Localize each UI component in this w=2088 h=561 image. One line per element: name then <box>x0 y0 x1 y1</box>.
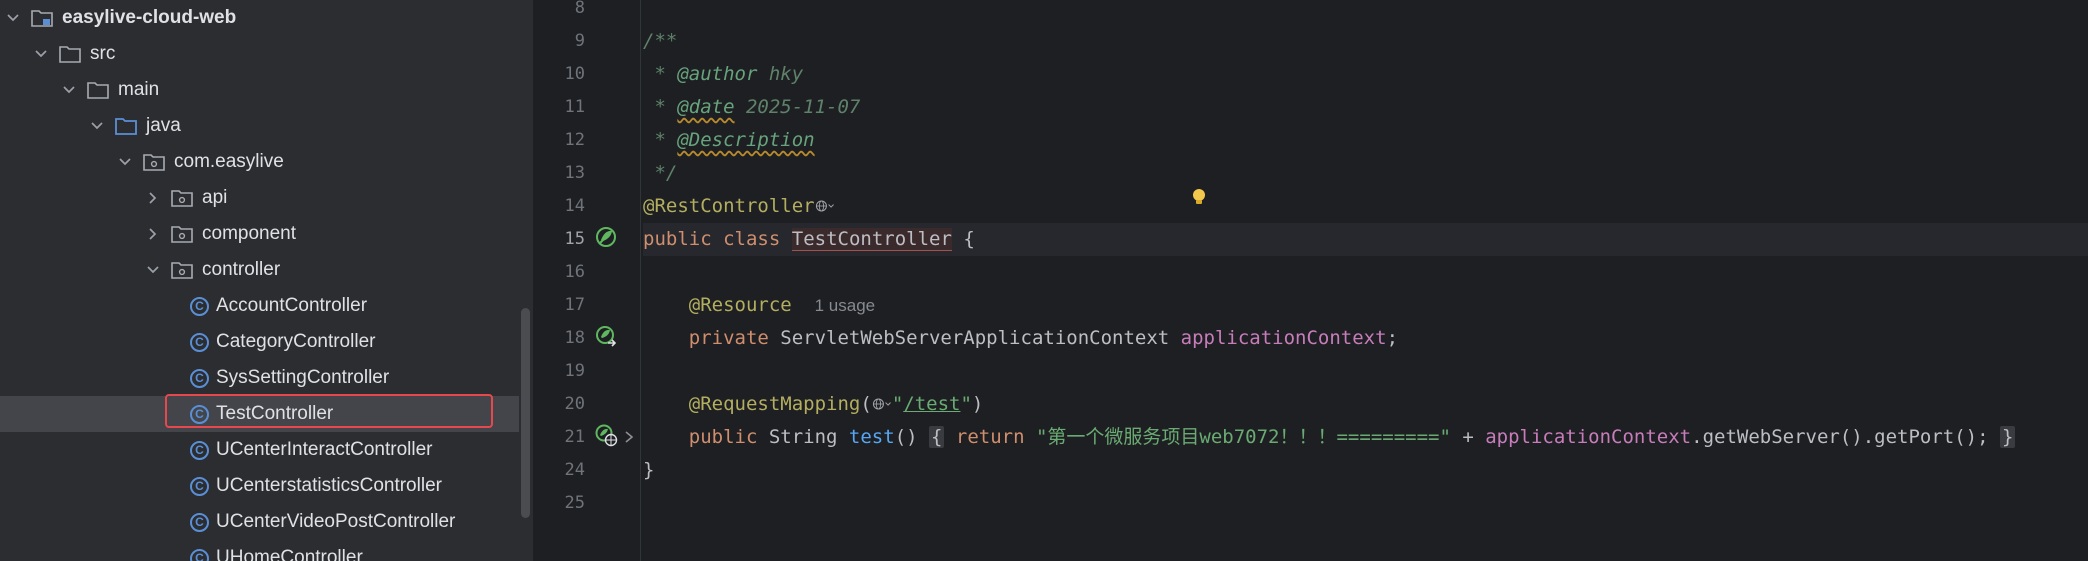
tree-item-label: easylive-cloud-web <box>62 7 237 28</box>
class-icon: C <box>190 296 209 316</box>
code-line-17[interactable]: @Resource 1 usage <box>643 289 2088 322</box>
fold-chevron-icon[interactable] <box>623 430 635 444</box>
endpoint-globe-icon[interactable] <box>872 395 892 413</box>
tree-item-label: src <box>90 43 116 64</box>
tree-item[interactable]: api <box>0 180 519 216</box>
code-line-9[interactable]: /** <box>643 25 2088 58</box>
lightbulb-icon[interactable] <box>1192 188 1206 206</box>
tree-item-label: com.easylive <box>174 151 284 172</box>
project-tree-panel[interactable]: easylive-cloud-web src main java com.easyliv… <box>0 0 533 561</box>
folded-brace-close[interactable]: } <box>1999 426 2016 448</box>
class-icon: C <box>190 440 209 460</box>
folder-icon <box>86 79 112 101</box>
line-number: 10 <box>564 64 585 84</box>
tree-item[interactable]: controller <box>0 252 519 288</box>
source-folder-icon <box>114 115 140 137</box>
tree-item-label: UHomeController <box>216 547 363 561</box>
request-mapping-icon[interactable] <box>593 422 619 448</box>
line-number: 16 <box>564 262 585 282</box>
chevron-right-icon[interactable] <box>142 187 164 209</box>
line-number: 25 <box>564 493 585 513</box>
code-line-14[interactable]: @RestController <box>643 190 2088 223</box>
package-icon <box>170 259 196 281</box>
code-line-11[interactable]: * @date 2025-11-07 <box>643 91 2088 124</box>
selection-highlight-box <box>165 394 493 428</box>
code-line-18[interactable]: private ServletWebServerApplicationConte… <box>643 322 2088 355</box>
line-number: 12 <box>564 130 585 150</box>
line-number: 13 <box>564 163 585 183</box>
tree-item[interactable]: C AccountController <box>0 288 519 324</box>
chevron-down-icon[interactable] <box>58 79 80 101</box>
tree-item[interactable]: easylive-cloud-web <box>0 0 519 36</box>
chevron-down-icon[interactable] <box>86 115 108 137</box>
package-icon <box>142 151 168 173</box>
line-number: 21 <box>564 427 585 447</box>
tree-item[interactable]: C UCenterInteractController <box>0 432 519 468</box>
class-icon: C <box>190 476 209 496</box>
tree-item-label: SysSettingController <box>216 367 390 388</box>
line-number: 24 <box>564 460 585 480</box>
tree-item-label: CategoryController <box>216 331 376 352</box>
line-number: 18 <box>564 328 585 348</box>
line-number: 17 <box>564 295 585 315</box>
tree-item-label: java <box>146 115 181 136</box>
code-line-24[interactable]: } <box>643 454 2088 487</box>
package-icon <box>170 187 196 209</box>
module-folder-icon <box>30 7 56 29</box>
code-line-12[interactable]: * @Description <box>643 124 2088 157</box>
line-number: 19 <box>564 361 585 381</box>
chevron-right-icon[interactable] <box>142 223 164 245</box>
class-icon: C <box>190 512 209 532</box>
chevron-down-icon[interactable] <box>30 43 52 65</box>
endpoint-globe-icon[interactable] <box>815 197 835 215</box>
tree-item[interactable]: component <box>0 216 519 252</box>
tree-item-label: controller <box>202 259 281 280</box>
chevron-down-icon[interactable] <box>2 7 24 29</box>
tree-item-label: AccountController <box>216 295 368 316</box>
tree-item[interactable]: com.easylive <box>0 144 519 180</box>
line-number: 9 <box>574 31 585 51</box>
tree-scrollbar[interactable] <box>521 308 530 518</box>
spring-bean-icon[interactable] <box>593 224 619 250</box>
tree-item-label: UCenterstatisticsController <box>216 475 442 496</box>
tree-item[interactable]: C UCenterstatisticsController <box>0 468 519 504</box>
code-editor[interactable]: 8 9 10 11 12 13 14 15 16 17 18 19 20 21 24 25 /** * @au… <box>537 0 2088 561</box>
code-line-10[interactable]: * @author hky <box>643 58 2088 91</box>
tree-item[interactable]: C UCenterVideoPostController <box>0 504 519 540</box>
folder-icon <box>58 43 84 65</box>
tree-item-label: api <box>202 187 228 208</box>
tree-item-label: component <box>202 223 297 244</box>
line-number: 20 <box>564 394 585 414</box>
code-line-13[interactable]: */ <box>643 157 2088 190</box>
class-icon: C <box>190 368 209 388</box>
code-line-21[interactable]: public String test() { return "第一个微服务项目w… <box>643 421 2088 454</box>
chevron-down-icon[interactable] <box>142 259 164 281</box>
tree-item-label: main <box>118 79 160 100</box>
line-number: 14 <box>564 196 585 216</box>
tree-item[interactable]: C SysSettingController <box>0 360 519 396</box>
tree-item[interactable]: C CategoryController <box>0 324 519 360</box>
package-icon <box>170 223 196 245</box>
folded-brace-open[interactable]: { <box>929 426 945 448</box>
class-icon: C <box>190 332 209 352</box>
autowired-bean-icon[interactable] <box>593 323 619 349</box>
line-number: 11 <box>564 97 585 117</box>
tree-item[interactable]: java <box>0 108 519 144</box>
line-number: 8 <box>574 0 585 18</box>
editor-gutter: 8 9 10 11 12 13 14 15 16 17 18 19 20 21 24 25 <box>537 0 641 561</box>
tree-item-label: UCenterVideoPostController <box>216 511 456 532</box>
tree-item[interactable]: src <box>0 36 519 72</box>
tree-item[interactable]: main <box>0 72 519 108</box>
line-number: 15 <box>564 229 585 249</box>
code-line-20[interactable]: @RequestMapping("/test") <box>643 388 2088 421</box>
tree-item[interactable]: C UHomeController <box>0 540 519 561</box>
chevron-down-icon[interactable] <box>114 151 136 173</box>
usage-hint[interactable]: 1 usage <box>815 296 876 315</box>
class-icon: C <box>190 548 209 561</box>
code-line-15[interactable]: public class TestController { <box>643 223 2088 256</box>
tree-item-label: UCenterInteractController <box>216 439 433 460</box>
